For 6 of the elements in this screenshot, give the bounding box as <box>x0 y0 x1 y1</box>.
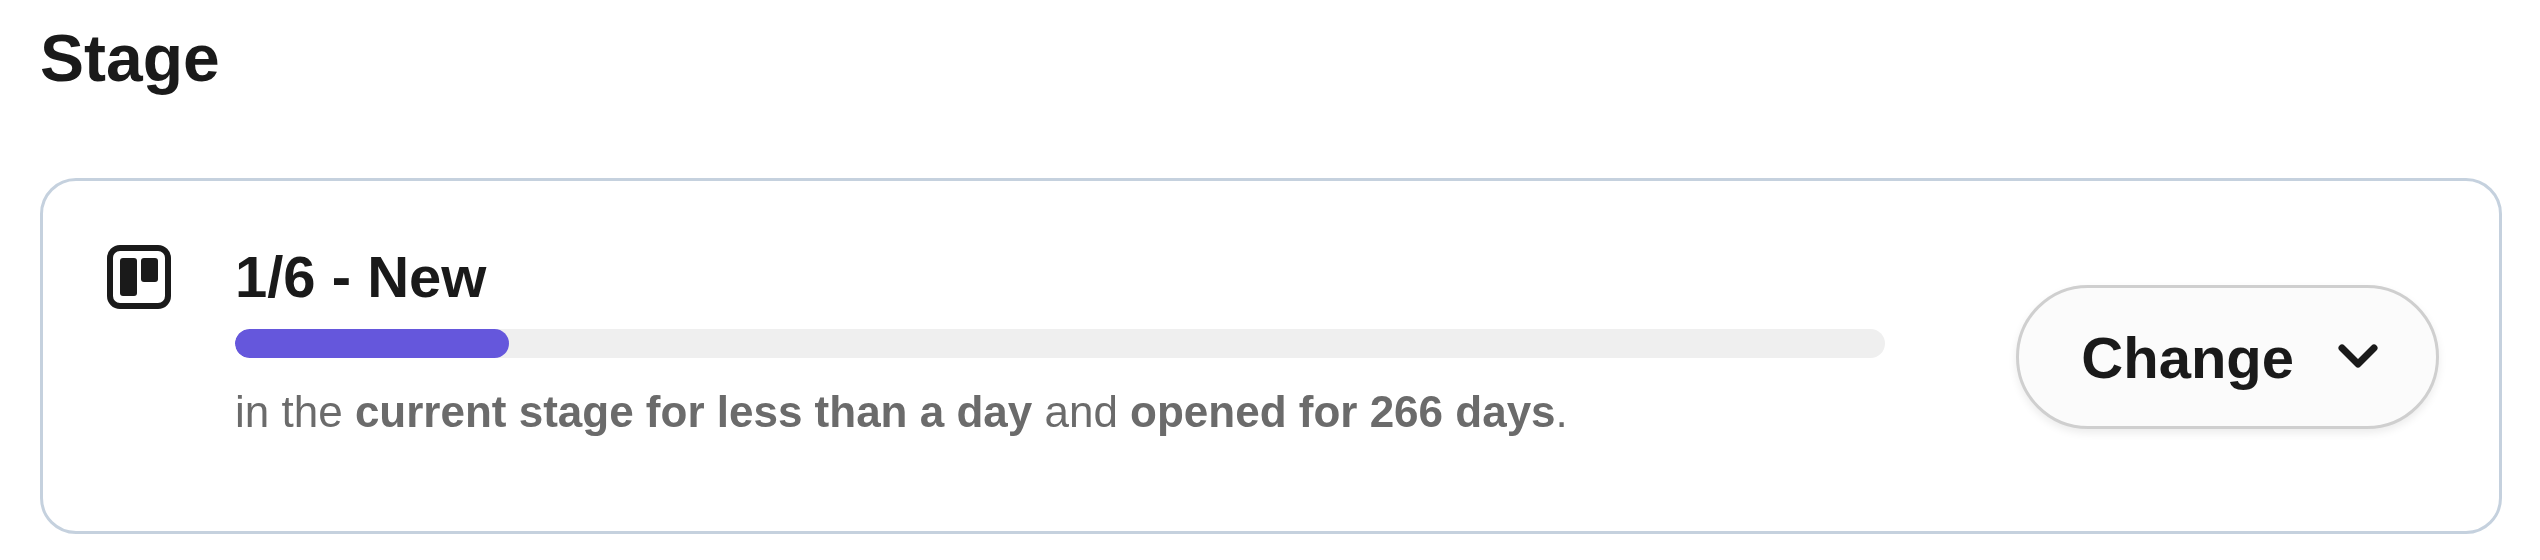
stage-title: 1/6 - New <box>235 245 488 309</box>
chevron-down-icon <box>2338 344 2378 370</box>
board-icon <box>107 245 171 309</box>
stage-description: in the current stage for less than a day and opened for 266 days. <box>235 386 1569 438</box>
change-button[interactable]: Change <box>2016 285 2439 429</box>
section-heading: Stage <box>40 20 221 97</box>
